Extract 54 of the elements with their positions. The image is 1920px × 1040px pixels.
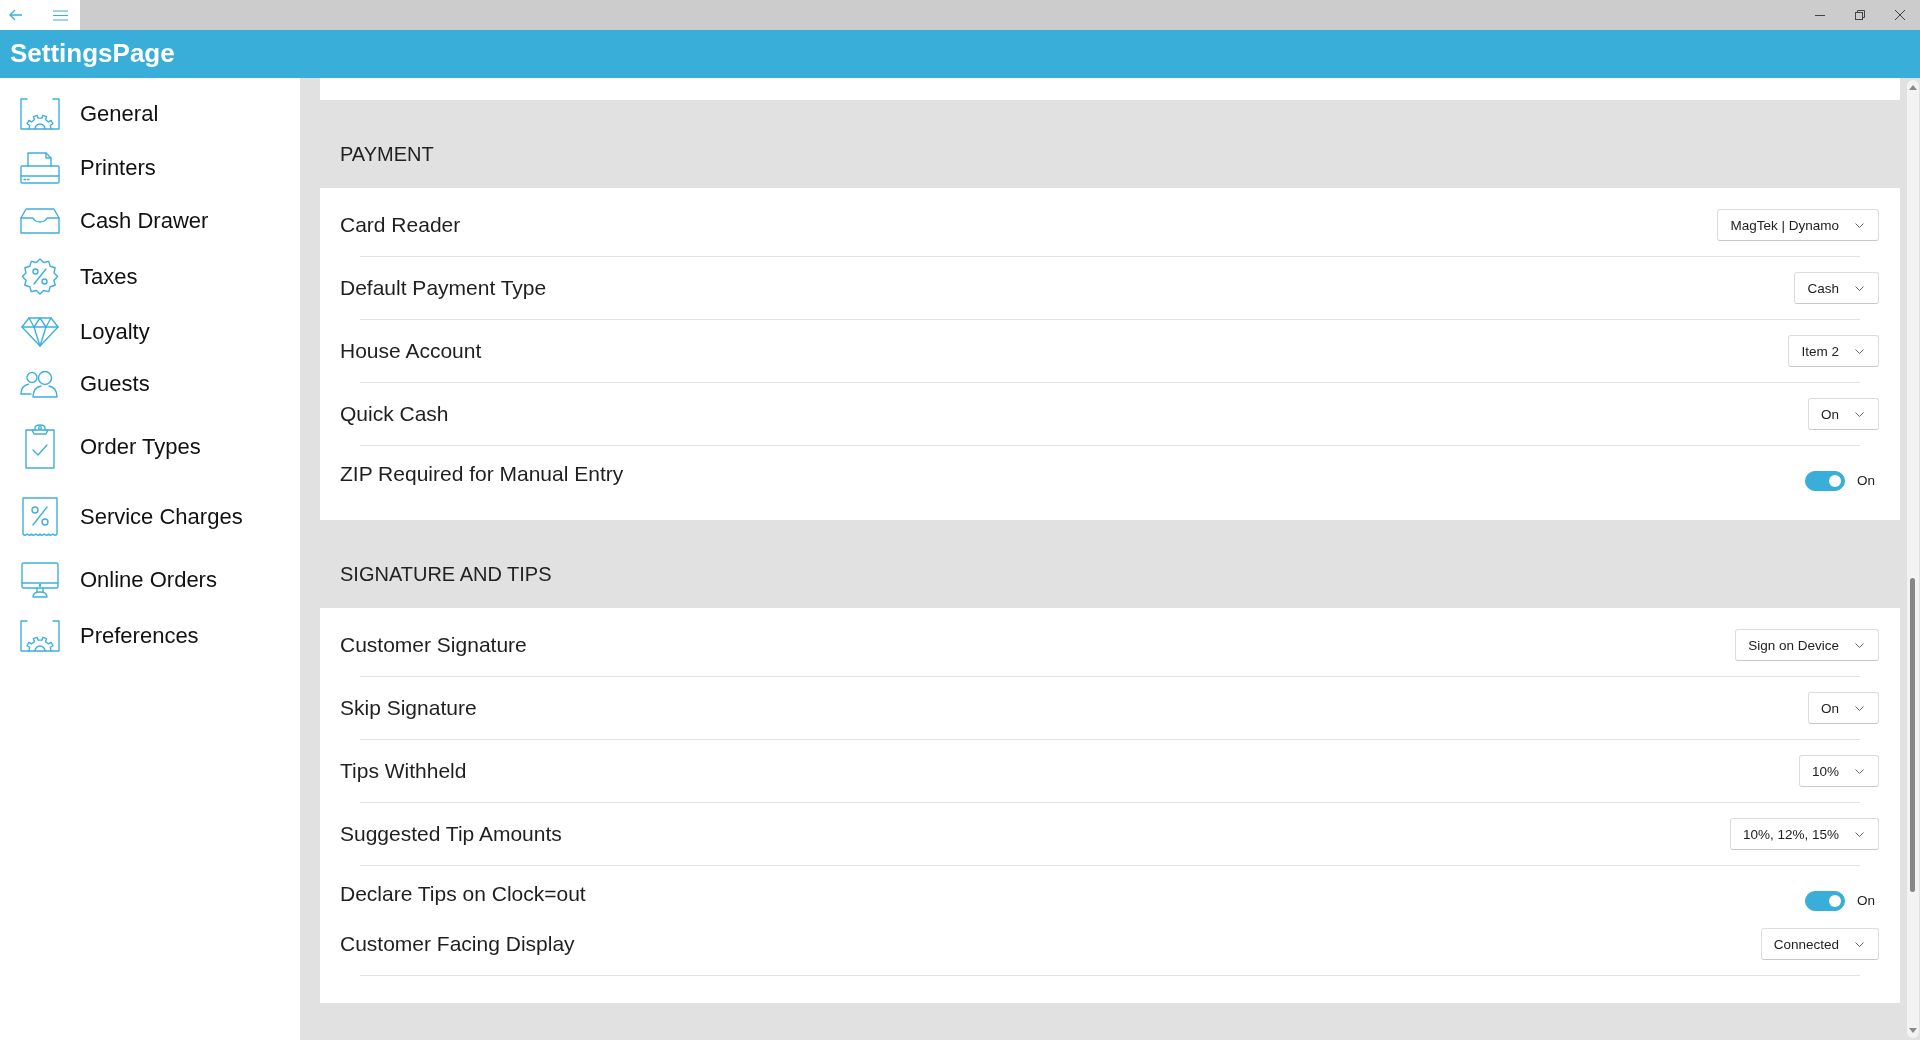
percent-badge-icon [21,258,59,295]
setting-label: Card Reader [340,212,461,238]
setting-label: Default Payment Type [340,275,547,301]
dropdown[interactable]: Cash [1794,272,1879,304]
close-icon [1895,10,1905,20]
monitor-icon [21,562,59,598]
dropdown[interactable]: MagTek | Dynamo [1717,209,1879,241]
menu-icon [53,9,68,21]
setting-label: Tips Withheld [340,758,467,784]
dropdown[interactable]: Connected [1760,928,1879,960]
chevron-down-icon [1855,348,1864,354]
diamond-icon [21,317,59,347]
dropdown[interactable]: 10%, 12%, 15% [1729,818,1879,850]
dropdown[interactable]: On [1808,692,1879,724]
restore-icon [1855,10,1865,20]
dropdown[interactable]: Item 2 [1788,335,1879,367]
scroll-down-icon[interactable] [1909,1028,1917,1033]
scrollbar[interactable] [1907,80,1919,1038]
gear-icon [20,620,60,652]
dropdown[interactable]: 10% [1798,755,1879,787]
tray-icon [20,208,60,234]
clipboard-check-icon [23,424,57,469]
printer-icon [20,152,60,184]
setting-label: Skip Signature [340,695,477,721]
chevron-down-icon [1855,705,1864,711]
setting-label: Suggested Tip Amounts [340,821,562,847]
setting-label: House Account [340,338,482,364]
chevron-down-icon [1855,941,1864,947]
chevron-down-icon [1855,411,1864,417]
setting-label: Customer Facing Display [340,931,575,957]
people-icon [20,370,60,398]
chevron-down-icon [1855,831,1864,837]
chevron-down-icon [1855,285,1864,291]
chevron-down-icon [1855,768,1864,774]
gear-icon [20,98,60,130]
toggle-switch[interactable] [1805,471,1845,491]
receipt-percent-icon [21,497,59,537]
back-arrow-icon [9,9,23,21]
chevron-down-icon [1855,642,1864,648]
dropdown[interactable]: Sign on Device [1735,629,1879,661]
setting-label: Quick Cash [340,401,449,427]
scrollbar-thumb[interactable] [1910,578,1915,892]
toggle-switch[interactable] [1805,891,1845,911]
toggle-state-label: On [1857,472,1875,490]
page-title: SettingsPage [10,36,175,69]
section-heading: PAYMENT [340,142,434,167]
section-heading: SIGNATURE AND TIPS [340,562,552,587]
setting-label: ZIP Required for Manual Entry [340,461,624,487]
setting-label: Customer Signature [340,632,527,658]
toggle-state-label: On [1857,892,1875,910]
chevron-down-icon [1855,222,1864,228]
scroll-up-icon[interactable] [1909,85,1917,90]
dropdown[interactable]: On [1808,398,1879,430]
setting-label: Declare Tips on Clock=out [340,881,586,907]
